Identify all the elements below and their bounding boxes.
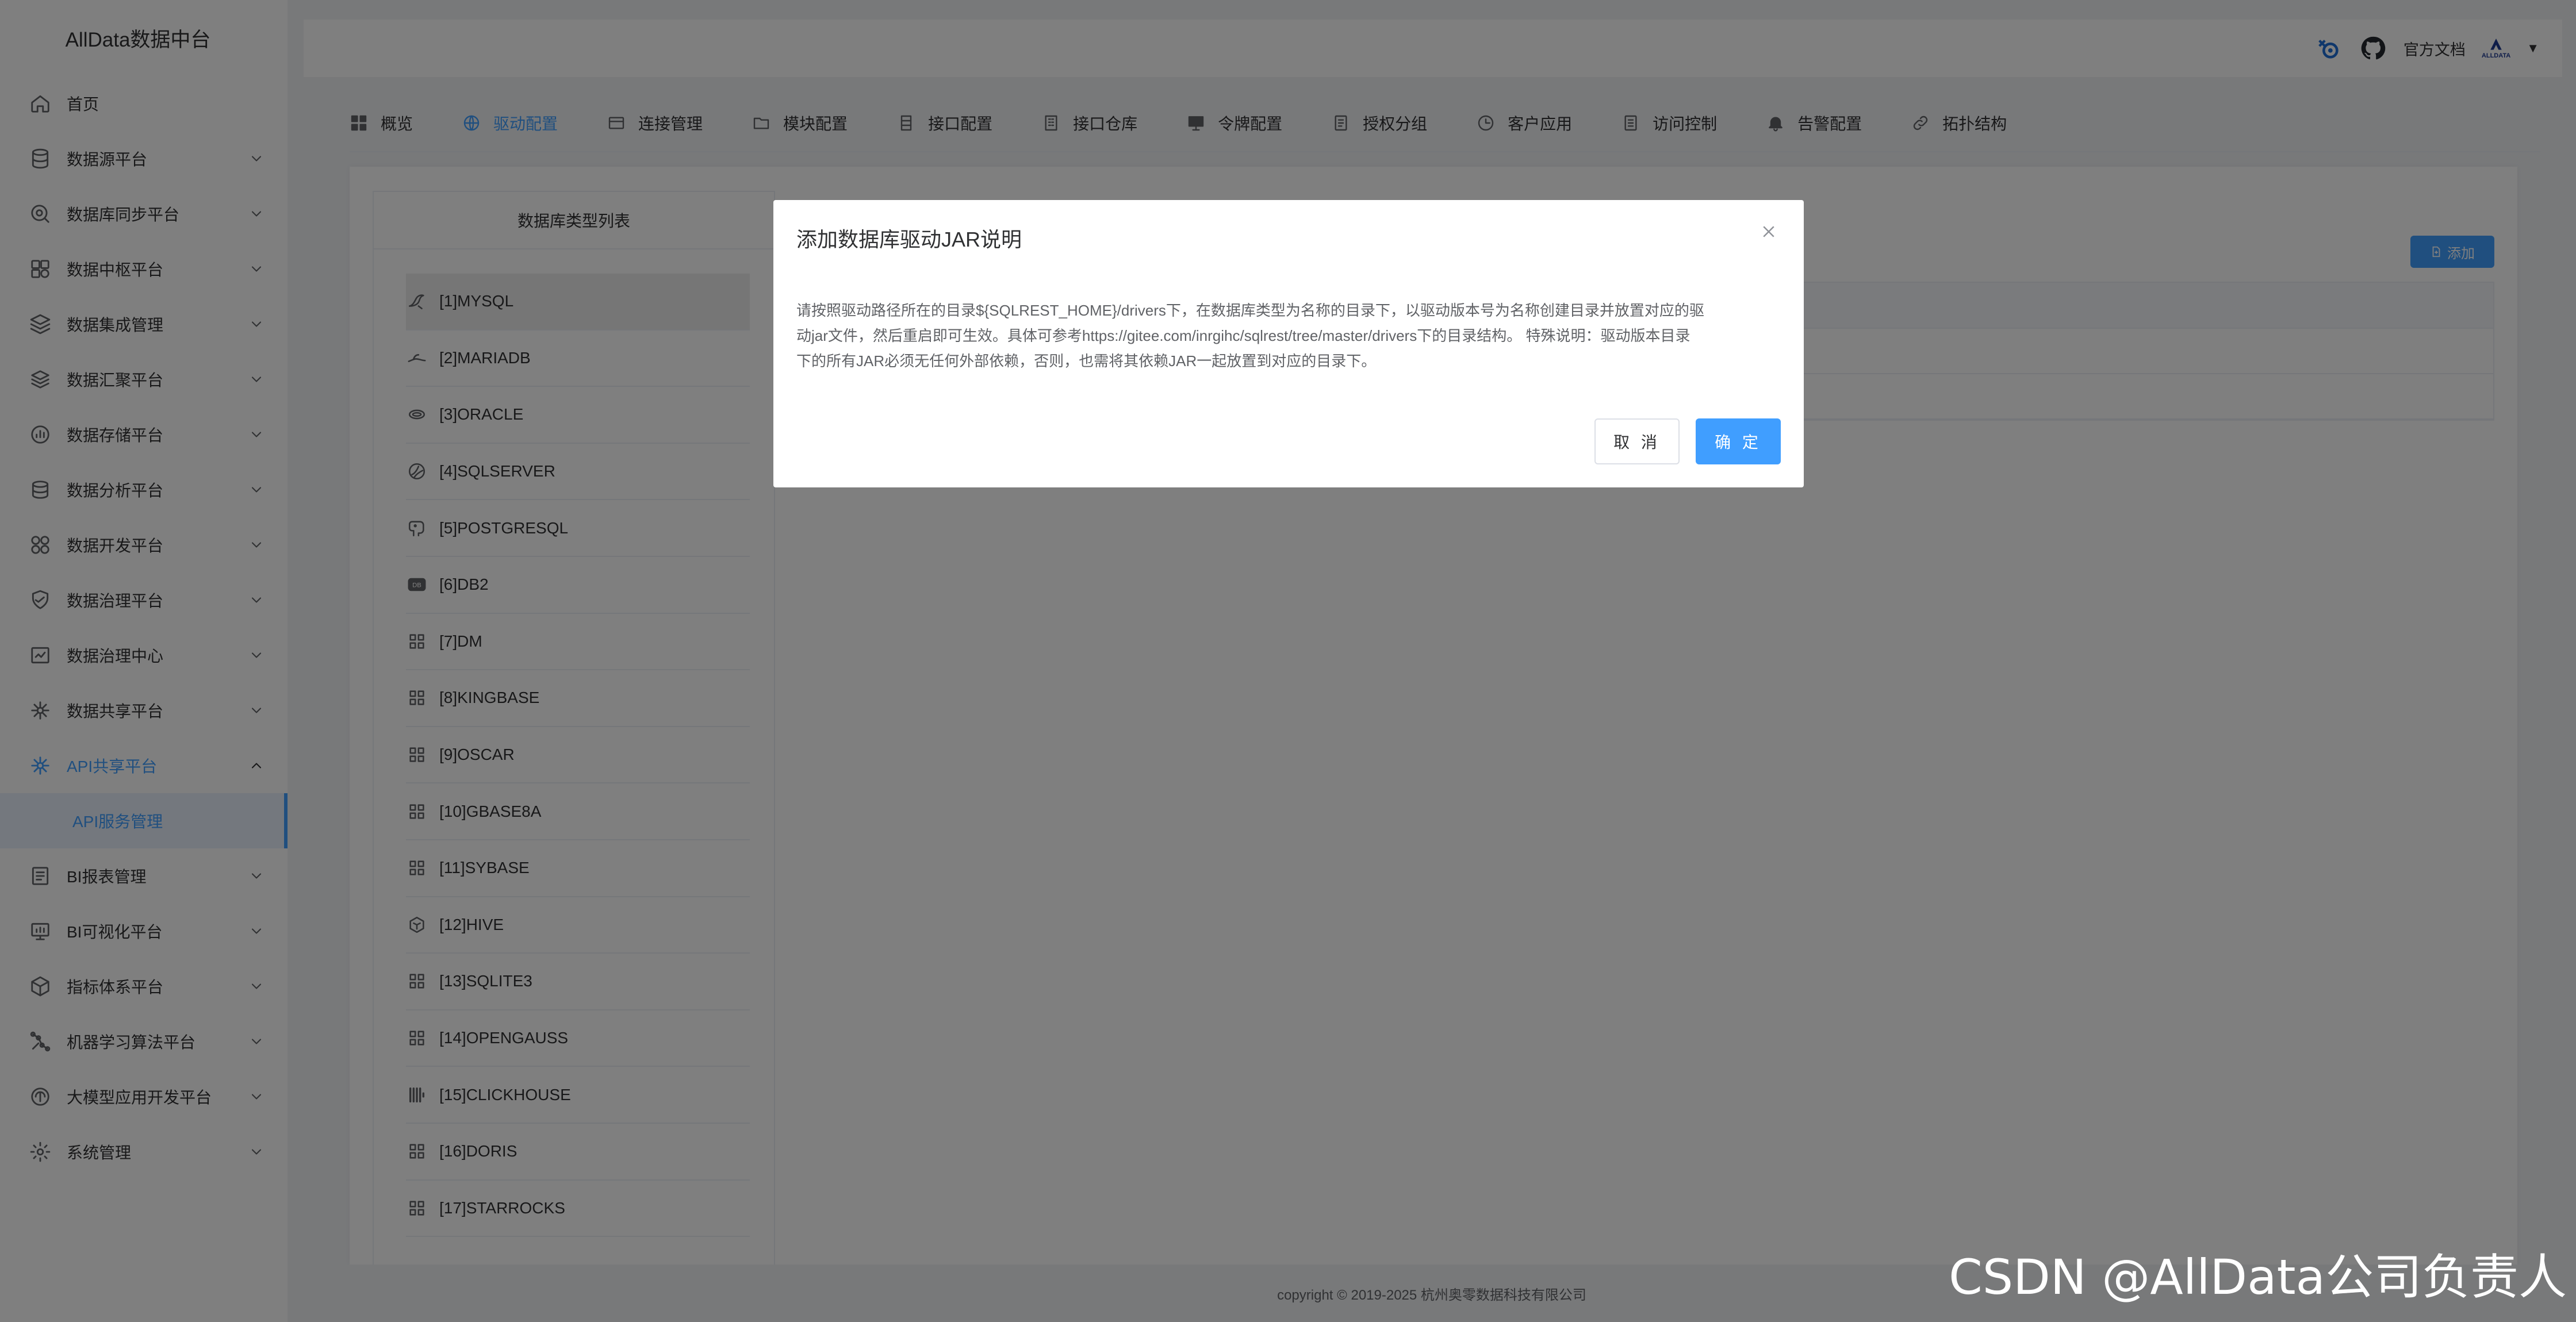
dialog-title: 添加数据库驱动JAR说明 [796, 228, 1022, 251]
confirm-button[interactable]: 确 定 [1696, 418, 1781, 464]
dialog-footer: 取 消 确 定 [1594, 418, 1781, 464]
modal-overlay[interactable] [0, 0, 2576, 1322]
driver-jar-dialog: 添加数据库驱动JAR说明 请按照驱动路径所在的目录${SQLREST_HOME}… [773, 200, 1804, 487]
dialog-body-line: 动jar文件，然后重启即可生效。具体可参考https://gitee.com/i… [796, 327, 1690, 344]
dialog-body-line: 下的所有JAR必须无任何外部依赖，否则，也需将其依赖JAR一起放置到对应的目录下… [796, 352, 1377, 370]
dialog-body-line: 请按照驱动路径所在的目录${SQLREST_HOME}/drivers下，在数据… [796, 302, 1704, 319]
cancel-button[interactable]: 取 消 [1594, 418, 1680, 464]
watermark: CSDN @AllData公司负责人 [1949, 1249, 2567, 1305]
dialog-body: 请按照驱动路径所在的目录${SQLREST_HOME}/drivers下，在数据… [796, 298, 1781, 374]
close-icon[interactable] [1760, 223, 1777, 240]
